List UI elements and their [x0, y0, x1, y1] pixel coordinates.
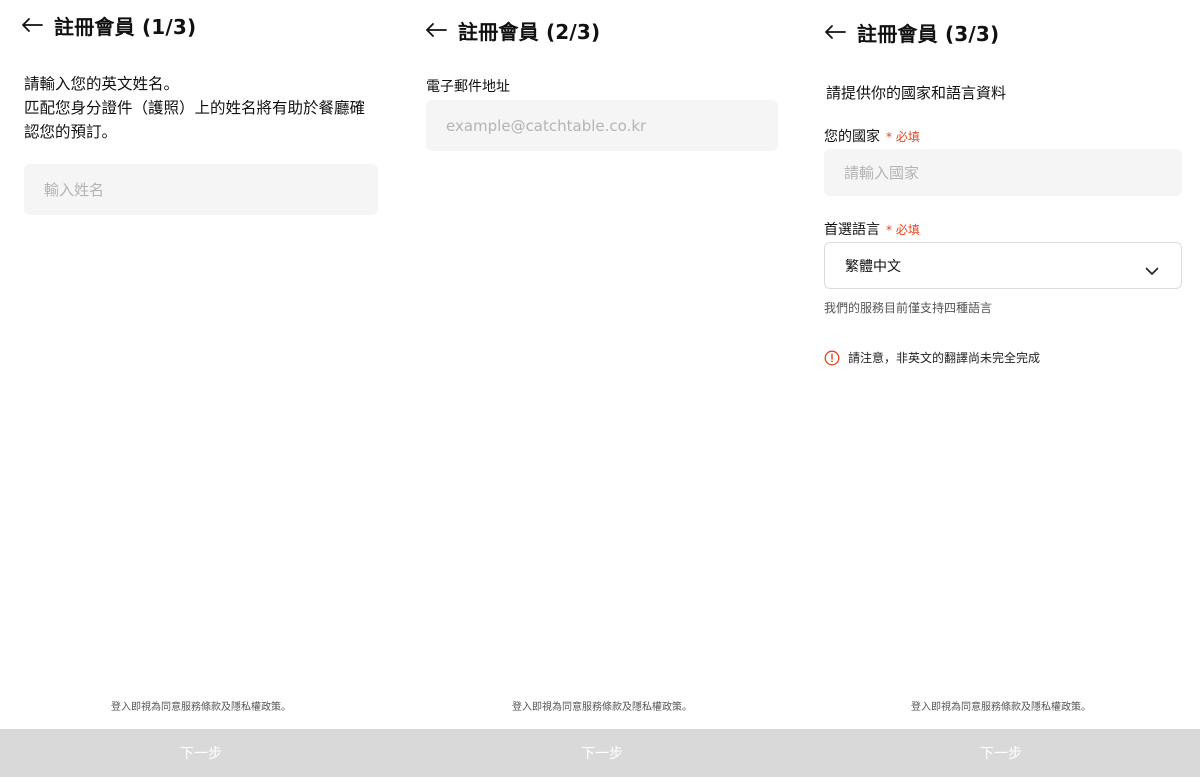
translation-notice: 請注意，非英文的翻譯尚未完全完成 [824, 349, 1040, 366]
terms-link[interactable]: 登入即視為同意服務條款及隱私權政策。 [0, 698, 402, 713]
email-field[interactable] [426, 100, 778, 151]
header: 註冊會員 (2/3) [424, 14, 600, 46]
language-label: 首選語言 * 必填 [824, 219, 920, 239]
arrow-left-icon[interactable] [823, 24, 847, 40]
required-marker: * 必填 [886, 130, 920, 144]
intro-line: 匹配您身分證件（護照）上的姓名將有助於餐廳確 [24, 99, 366, 117]
signup-step-3-screen: 註冊會員 (3/3) 請提供你的國家和語言資料 您的國家 * 必填 首選語言 * 必… [802, 0, 1200, 777]
country-label-text: 您的國家 [824, 129, 880, 145]
intro-line: 請輸入您的英文姓名。 [24, 75, 180, 93]
registration-screens: 註冊會員 (1/3) 請輸入您的英文姓名。 匹配您身分證件（護照）上的姓名將有助… [0, 0, 1200, 777]
language-select-value: 繁體中文 [845, 258, 901, 275]
arrow-left-icon[interactable] [424, 22, 448, 38]
page-title: 註冊會員 (1/3) [54, 14, 197, 39]
next-button[interactable]: 下一步 [402, 729, 802, 777]
notice-text: 請注意，非英文的翻譯尚未完全完成 [848, 351, 1041, 365]
page-title: 註冊會員 (3/3) [857, 21, 1000, 46]
page-title: 註冊會員 (2/3) [458, 19, 601, 44]
intro-text: 請提供你的國家和語言資料 [826, 84, 1007, 102]
arrow-left-icon[interactable] [20, 17, 44, 33]
alert-circle-icon [824, 350, 840, 366]
header: 註冊會員 (3/3) [823, 16, 999, 48]
country-input[interactable] [824, 149, 1182, 196]
required-marker: * 必填 [886, 223, 920, 237]
signup-step-2-screen: 註冊會員 (2/3) 電子郵件地址 登入即視為同意服務條款及隱私權政策。 下一步 [402, 0, 802, 777]
language-label-text: 首選語言 [824, 222, 880, 238]
chevron-down-icon [1145, 261, 1159, 275]
next-button[interactable]: 下一步 [802, 729, 1200, 777]
language-select[interactable]: 繁體中文 [824, 242, 1182, 289]
intro-text: 請輸入您的英文姓名。 匹配您身分證件（護照）上的姓名將有助於餐廳確 認您的預訂。 [24, 72, 384, 144]
next-button[interactable]: 下一步 [0, 729, 402, 777]
country-label: 您的國家 * 必填 [824, 126, 920, 146]
email-label: 電子郵件地址 [426, 79, 510, 95]
intro-line: 認您的預訂。 [24, 123, 118, 141]
name-input[interactable] [24, 164, 378, 215]
terms-link[interactable]: 登入即視為同意服務條款及隱私權政策。 [402, 698, 802, 713]
language-helper-text: 我們的服務目前僅支持四種語言 [824, 301, 993, 315]
signup-step-1-screen: 註冊會員 (1/3) 請輸入您的英文姓名。 匹配您身分證件（護照）上的姓名將有助… [0, 0, 402, 777]
header: 註冊會員 (1/3) [20, 9, 196, 41]
terms-link[interactable]: 登入即視為同意服務條款及隱私權政策。 [802, 698, 1200, 713]
